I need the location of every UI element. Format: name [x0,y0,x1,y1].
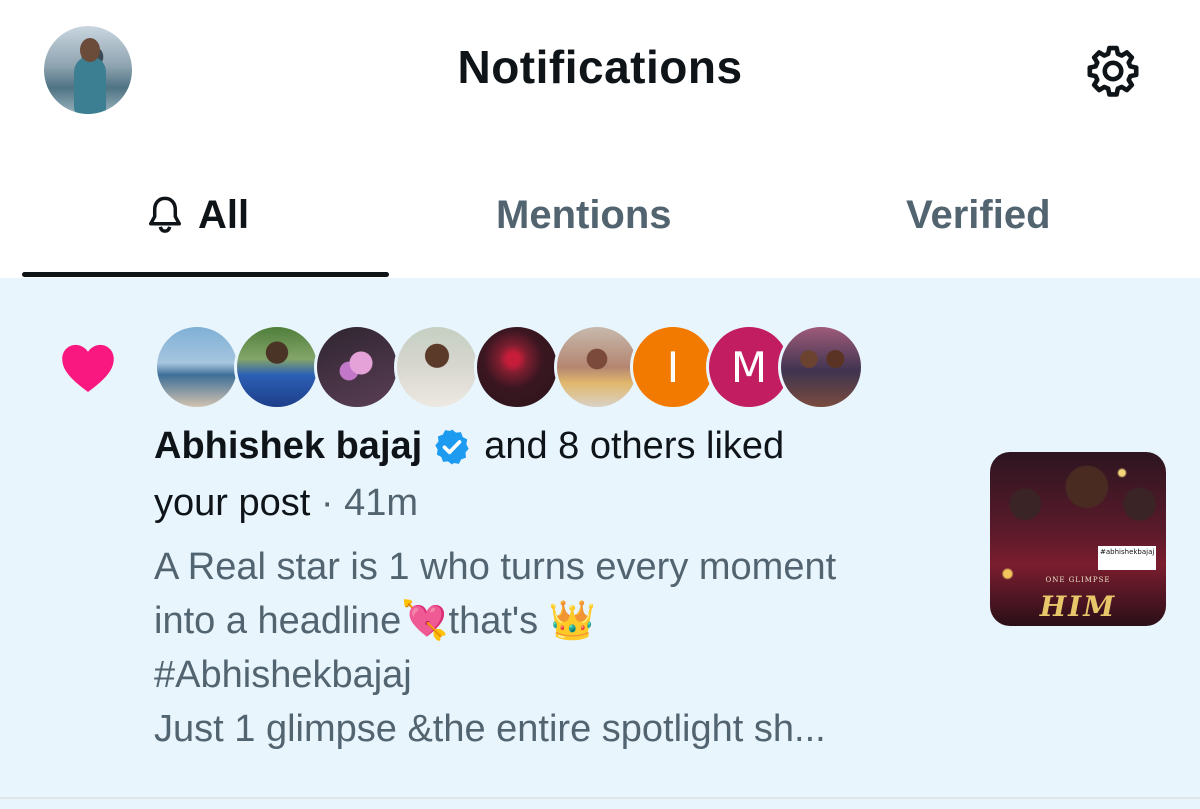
liker-avatar[interactable] [154,324,240,410]
liker-name[interactable]: Abhishek bajaj [154,425,422,468]
post-thumbnail[interactable]: #abhishekbajaj ONE GLIMPSE HIM [990,452,1166,626]
post-line: A Real star is 1 who turns every moment [154,546,837,588]
notification-action: and 8 others liked [484,425,785,467]
tab-mentions[interactable]: Mentions [496,190,672,240]
liker-avatar[interactable] [474,324,560,410]
separator: · [310,482,345,524]
tab-all-label: All [198,192,250,237]
liker-avatar[interactable] [314,324,400,410]
divider [0,797,1200,799]
bell-icon [149,196,181,233]
timestamp: 41m [344,482,419,524]
post-preview[interactable]: A Real star is 1 who turns every moment … [154,540,974,756]
notification-summary-cont: your post · 41m [154,482,418,525]
liker-avatar[interactable] [778,324,864,410]
tab-verified[interactable]: Verified [906,190,1051,240]
thumbnail-subtitle: ONE GLIMPSE [1045,576,1111,584]
tab-mentions-label: Mentions [496,192,672,237]
top-header: Notifications [0,0,1200,140]
liker-avatar[interactable] [554,324,640,410]
active-tab-indicator [22,272,389,277]
post-line: Just 1 glimpse &the entire spotlight sh.… [154,708,826,750]
tab-all[interactable]: All [146,190,249,240]
liker-avatar-letter[interactable]: I [630,324,716,410]
tab-verified-label: Verified [906,192,1051,237]
post-line: into a headline💘that's 👑 [154,600,597,642]
post-line: #Abhishekbajaj [154,654,412,696]
liker-avatar[interactable] [394,324,480,410]
verified-badge-icon [435,429,469,464]
heart-icon [62,344,114,393]
thumbnail-title: HIM [1039,590,1117,623]
tab-bar: All Mentions Verified [0,140,1200,278]
gear-icon[interactable] [1084,42,1142,100]
page-title: Notifications [457,41,743,93]
notification-summary: Abhishek bajaj and 8 others liked [154,425,784,468]
liker-avatar[interactable] [234,324,320,410]
notification-action-cont: your post [154,482,311,524]
thumbnail-tag: #abhishekbajaj [1098,546,1156,570]
